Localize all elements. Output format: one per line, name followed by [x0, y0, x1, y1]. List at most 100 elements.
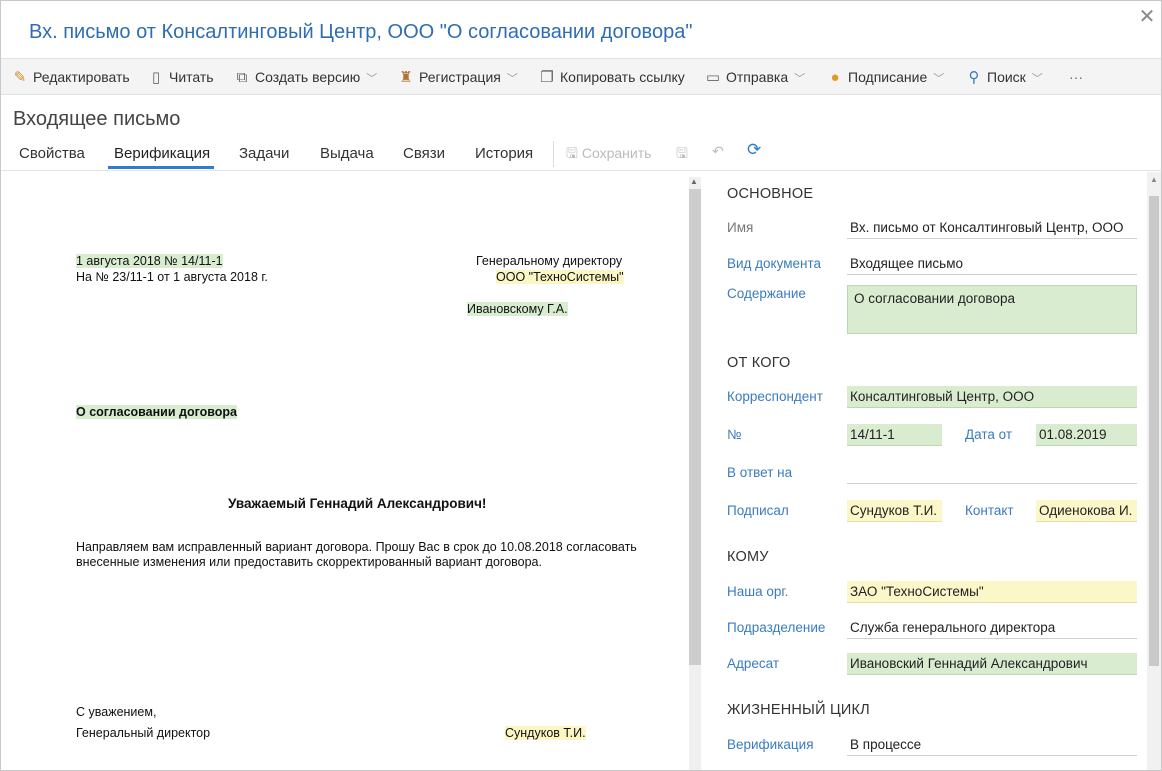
pencil-icon: ✎	[13, 69, 27, 86]
copy-icon: ❐	[540, 69, 554, 86]
doc-type-field[interactable]: Входящее письмо	[847, 253, 1137, 275]
letter-body-line: внесенные изменения или предоставить ско…	[76, 555, 542, 569]
letter-signer-name-text: Сундуков Т.И.	[505, 726, 586, 740]
tab-links[interactable]: Связи	[403, 145, 445, 162]
registration-button[interactable]: ♜ Регистрация ﹀	[397, 59, 518, 95]
send-label: Отправка	[726, 69, 789, 85]
refresh-icon[interactable]: ⟳	[747, 140, 761, 160]
section-main-heading: ОСНОВНОЕ	[727, 186, 814, 202]
section-lifecycle-heading: ЖИЗНЕННЫЙ ЦИКЛ	[727, 702, 870, 718]
read-button[interactable]: ▯ Читать	[147, 59, 214, 95]
reply-to-label: В ответ на	[727, 465, 793, 480]
copy-link-button[interactable]: ❐ Копировать ссылку	[538, 59, 685, 95]
date-field[interactable]: 01.08.2019	[1036, 424, 1137, 446]
chevron-down-icon: ﹀	[506, 73, 518, 85]
letter-greeting: Уважаемый Геннадий Александрович!	[228, 496, 487, 511]
signed-by-field[interactable]: Сундуков Т.И.	[847, 500, 942, 522]
name-field[interactable]: Вх. письмо от Консалтинговый Центр, ООО	[847, 217, 1137, 239]
doc-type-label: Вид документа	[727, 256, 821, 271]
letter-date-number: 1 августа 2018 № 14/11-1	[76, 254, 223, 268]
tab-tasks[interactable]: Задачи	[239, 145, 289, 162]
our-org-label: Наша орг.	[727, 584, 789, 599]
letter-closing: С уважением,	[76, 705, 157, 719]
read-label: Читать	[169, 69, 214, 85]
scroll-up-icon[interactable]: ▲	[1150, 175, 1158, 184]
addressee-field[interactable]: Ивановский Геннадий Александрович	[847, 653, 1137, 675]
letter-addressee-name: Ивановскому Г.А.	[467, 302, 568, 316]
create-version-label: Создать версию	[255, 69, 361, 85]
tab-issue[interactable]: Выдача	[320, 145, 374, 162]
sign-label: Подписание	[848, 69, 928, 85]
date-label: Дата от	[965, 427, 1013, 442]
toolbar: ✎ Редактировать ▯ Читать ⧉ Создать версию ﹀ …	[1, 58, 1161, 95]
sign-button[interactable]: ● Подписание ﹀	[826, 59, 944, 95]
preview-scrollbar[interactable]: ▲	[689, 177, 701, 770]
letter-signer-name: Сундуков Т.И.	[505, 726, 586, 740]
edit-button[interactable]: ✎ Редактировать	[11, 59, 130, 95]
properties-panel: ОСНОВНОЕ Имя Вх. письмо от Консалтинговы…	[703, 172, 1147, 770]
correspondent-label: Корреспондент	[727, 389, 823, 404]
edit-label: Редактировать	[33, 69, 130, 85]
name-label: Имя	[727, 220, 754, 235]
send-icon: ▭	[705, 69, 721, 86]
department-label: Подразделение	[727, 620, 826, 635]
verification-field[interactable]: В процессе	[847, 734, 1137, 756]
page-title: Входящее письмо	[13, 108, 181, 130]
tab-verification[interactable]: Верификация	[114, 145, 210, 162]
chevron-down-icon: ﹀	[1031, 73, 1043, 85]
window-title: Вх. письмо от Консалтинговый Центр, ООО …	[29, 21, 693, 43]
book-icon: ▯	[151, 69, 161, 86]
registration-label: Регистрация	[419, 69, 501, 85]
our-org-field[interactable]: ЗАО "ТехноСистемы"	[847, 581, 1137, 603]
signed-by-label: Подписал	[727, 503, 789, 518]
department-field[interactable]: Служба генерального директора	[847, 617, 1137, 639]
letter-signer-title: Генеральный директор	[76, 726, 211, 740]
search-icon: ⚲	[968, 69, 980, 86]
chevron-down-icon: ﹀	[794, 73, 806, 85]
section-to-heading: КОМУ	[727, 549, 769, 565]
letter-date-number-text: 1 августа 2018 № 14/11-1	[76, 254, 223, 268]
number-label: №	[727, 427, 742, 442]
letter-addressee-title: Генеральному директору	[476, 254, 623, 268]
letter-subject-text: О согласовании договора	[76, 405, 238, 419]
tab-properties[interactable]: Свойства	[19, 145, 85, 162]
panel-scrollbar[interactable]: ▲	[1147, 172, 1161, 770]
stamp-icon: ♜	[399, 69, 413, 86]
save-label: Сохранить	[581, 145, 652, 161]
more-button[interactable]: ···	[1069, 59, 1083, 95]
section-from-heading: ОТ КОГО	[727, 355, 791, 371]
send-button[interactable]: ▭ Отправка ﹀	[704, 59, 805, 95]
panel-scroll-thumb[interactable]	[1149, 196, 1159, 666]
letter-addressee-name-text: Ивановскому Г.А.	[467, 302, 568, 316]
addressee-label: Адресат	[727, 656, 780, 671]
save-close-icon[interactable]: 🖫	[676, 143, 688, 167]
correspondent-field[interactable]: Консалтинговый Центр, ООО	[847, 386, 1137, 408]
save-icon: 🖫	[566, 145, 578, 161]
verification-label: Верификация	[727, 737, 814, 752]
letter-reply-to: На № 23/11-1 от 1 августа 2018 г.	[76, 270, 268, 284]
search-label: Поиск	[987, 69, 1026, 85]
close-icon[interactable]: ✕	[1137, 7, 1157, 27]
letter-subject: О согласовании договора	[76, 405, 238, 419]
contact-field[interactable]: Одиенокова И.	[1036, 500, 1137, 522]
content-label: Содержание	[727, 286, 806, 301]
document-preview: 1 августа 2018 № 14/11-1 На № 23/11-1 от…	[3, 172, 687, 770]
seal-icon: ●	[830, 69, 840, 86]
copy-link-label: Копировать ссылку	[560, 69, 685, 85]
scroll-up-icon[interactable]: ▲	[690, 177, 698, 186]
save-button[interactable]: 🖫 Сохранить	[566, 143, 651, 167]
reply-to-field[interactable]	[847, 462, 1137, 484]
search-button[interactable]: ⚲ Поиск ﹀	[965, 59, 1043, 95]
content-field[interactable]: О согласовании договора	[847, 285, 1137, 334]
undo-icon[interactable]: ↶	[712, 143, 724, 160]
new-version-icon: ⧉	[236, 69, 248, 86]
divider	[553, 141, 554, 167]
create-version-button[interactable]: ⧉ Создать версию ﹀	[233, 59, 378, 95]
chevron-down-icon: ﹀	[366, 73, 378, 85]
number-field[interactable]: 14/11-1	[847, 424, 942, 446]
tab-history[interactable]: История	[475, 145, 533, 162]
letter-addressee-org: ООО "ТехноСистемы"	[496, 270, 624, 284]
preview-scroll-thumb[interactable]	[689, 189, 701, 665]
contact-label: Контакт	[965, 503, 1014, 518]
letter-body-line: Направляем вам исправленный вариант дого…	[76, 540, 637, 554]
